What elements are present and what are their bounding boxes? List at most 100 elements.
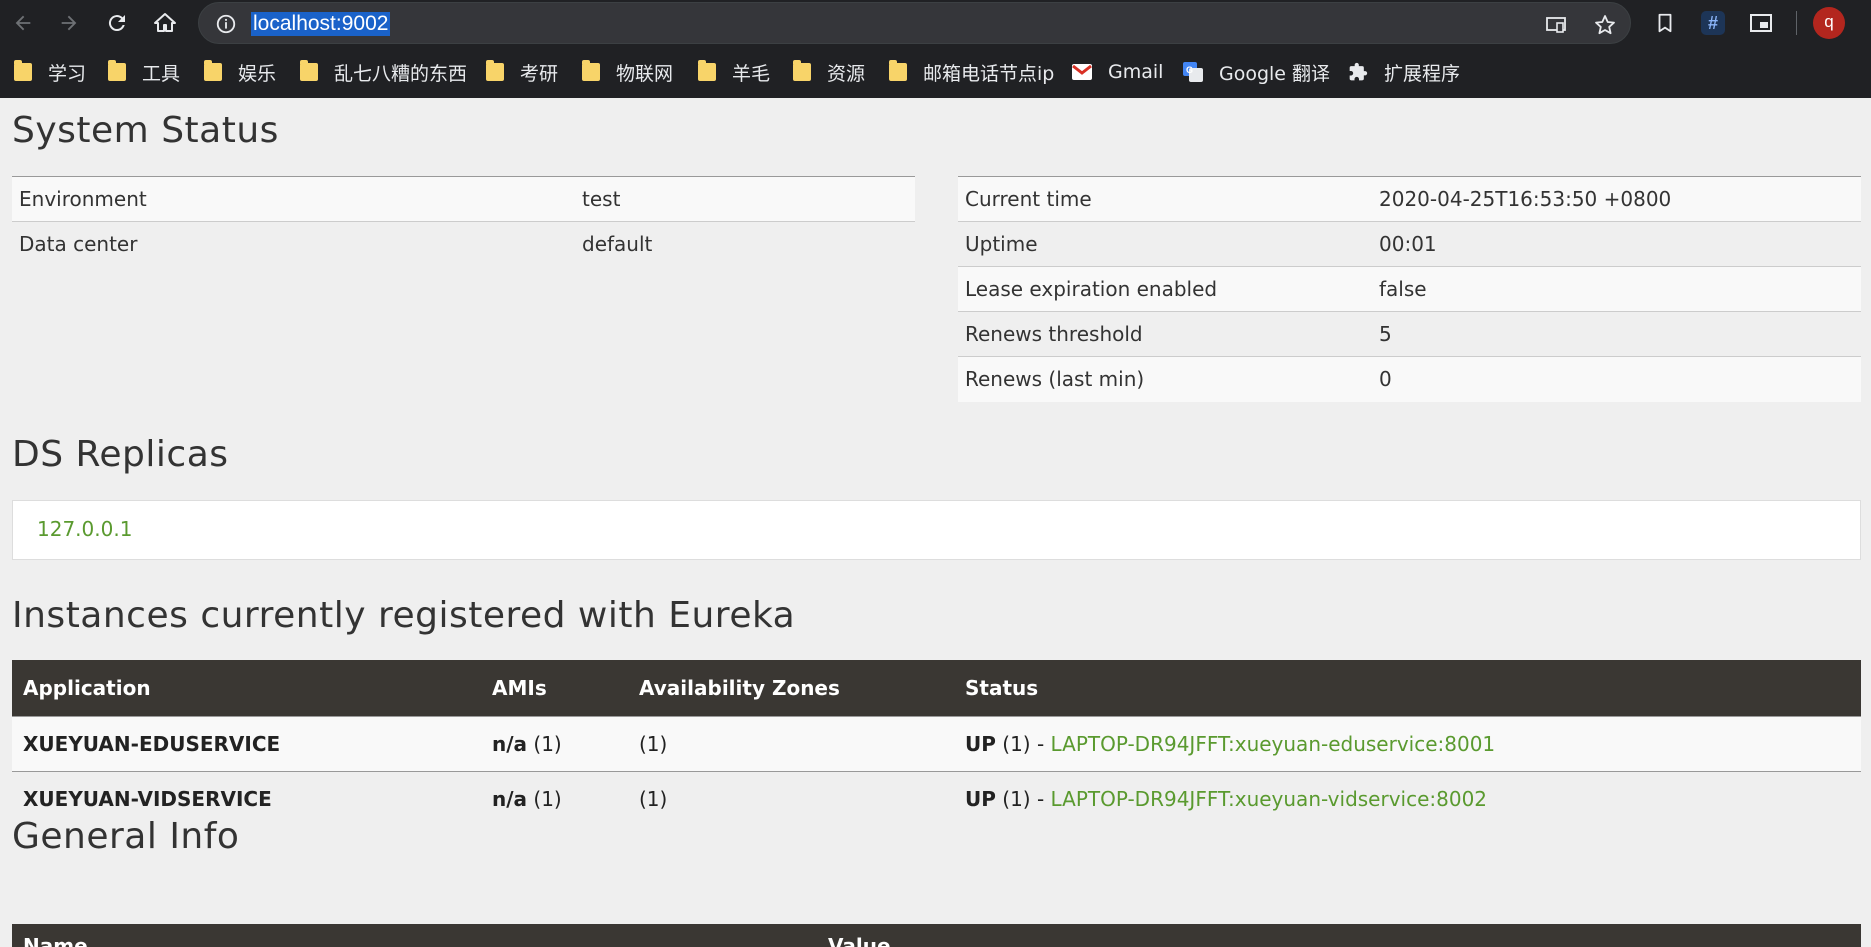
status-value: false: [1372, 266, 1861, 312]
svg-text:G: G: [1186, 65, 1193, 75]
status-key: Data center: [12, 221, 575, 267]
amis-cell: n/a (1): [481, 770, 628, 826]
bookmark-label: 娱乐: [238, 62, 277, 85]
picture-in-picture-icon: [1750, 14, 1772, 32]
bookmark-label: 扩展程序: [1384, 62, 1461, 85]
zones-cell: (1): [628, 770, 954, 826]
bookmark-label: 乱七八糟的东西: [334, 62, 468, 85]
status-value: 2020-04-25T16:53:50 +0800: [1372, 176, 1861, 222]
bookmarks-bar: 学习 工具 娱乐 乱七八糟的东西 考研 物联网 羊毛 资源 邮箱电话节点ip G…: [0, 46, 1871, 98]
extension-hash-button[interactable]: #: [1700, 10, 1726, 36]
table-header-row: Application AMIs Availability Zones Stat…: [12, 660, 1861, 716]
forward-button[interactable]: [54, 8, 84, 38]
bookmark-folder-misc[interactable]: 乱七八糟的东西: [300, 59, 467, 85]
home-button[interactable]: [150, 8, 180, 38]
bookmark-google-translate[interactable]: G Google 翻译: [1183, 59, 1330, 85]
bookmark-folder-tools[interactable]: 工具: [108, 59, 180, 85]
system-status-heading: System Status: [12, 110, 279, 151]
status-value: 5: [1372, 311, 1861, 357]
ds-replicas-list: 127.0.0.1: [12, 500, 1861, 560]
application-name: XUEYUAN-EDUSERVICE: [23, 731, 281, 756]
status-value: default: [575, 221, 915, 267]
table-row: Renews threshold 5: [958, 311, 1861, 357]
star-icon[interactable]: [1593, 13, 1617, 37]
url-text[interactable]: localhost:9002: [251, 12, 391, 36]
folder-icon: [300, 60, 318, 81]
bookmark-label: 物联网: [616, 62, 674, 85]
table-row: XUEYUAN-EDUSERVICE n/a (1) (1) UP (1) - …: [12, 715, 1861, 771]
status-cell: UP (1) - LAPTOP-DR94JFFT:xueyuan-eduserv…: [954, 715, 1861, 771]
bookmark-folder-resources[interactable]: 资源: [793, 59, 865, 85]
bookmark-folder-iot[interactable]: 物联网: [582, 59, 673, 85]
status-cell: UP (1) - LAPTOP-DR94JFFT:xueyuan-vidserv…: [954, 770, 1861, 826]
status-key: Uptime: [958, 221, 1372, 267]
hash-icon: #: [1701, 11, 1725, 35]
bookmark-folder-entertainment[interactable]: 娱乐: [204, 59, 276, 85]
reload-icon: [108, 15, 125, 32]
replica-link[interactable]: 127.0.0.1: [37, 517, 132, 541]
bookmark-manager-button[interactable]: [1652, 10, 1678, 36]
bookmark-folder-contacts[interactable]: 邮箱电话节点ip: [889, 59, 1054, 85]
table-row: Environment test: [12, 176, 915, 222]
folder-icon: [698, 60, 716, 81]
puzzle-icon: [1348, 62, 1368, 82]
application-name: XUEYUAN-VIDSERVICE: [23, 786, 272, 811]
status-label: UP: [965, 731, 996, 756]
ds-replicas-heading: DS Replicas: [12, 434, 229, 475]
column-header-value: Value: [828, 934, 891, 947]
bookmark-label: 学习: [48, 62, 87, 85]
bookmark-label: 资源: [827, 62, 866, 85]
status-value: test: [575, 176, 915, 222]
profile-avatar[interactable]: q: [1813, 7, 1845, 39]
arrow-left-icon: [15, 15, 31, 31]
arrow-right-icon: [61, 15, 77, 31]
bookmark-folder-exam[interactable]: 考研: [486, 59, 558, 85]
amis-count: (1): [533, 731, 562, 756]
folder-icon: [204, 60, 222, 81]
google-translate-icon: G: [1183, 62, 1203, 82]
general-info-heading: General Info: [12, 816, 240, 857]
column-header-availability-zones: Availability Zones: [628, 660, 954, 716]
status-key: Current time: [958, 176, 1372, 222]
reload-button[interactable]: [102, 8, 132, 38]
instances-heading: Instances currently registered with Eure…: [12, 595, 796, 636]
bookmark-icon: [1658, 13, 1672, 33]
bookmark-folder-study[interactable]: 学习: [14, 59, 86, 85]
instance-link[interactable]: LAPTOP-DR94JFFT:xueyuan-eduservice:8001: [1051, 732, 1496, 756]
column-header-name: Name: [23, 934, 88, 947]
page-content: System Status Environment test Data cent…: [0, 98, 1871, 947]
bookmark-folder-deals[interactable]: 羊毛: [698, 59, 770, 85]
back-button[interactable]: [8, 8, 38, 38]
status-key: Environment: [12, 176, 575, 222]
info-icon[interactable]: [215, 13, 237, 35]
folder-icon: [582, 60, 600, 81]
toolbar-separator: [1796, 11, 1797, 35]
table-row: Data center default: [12, 221, 915, 267]
folder-icon: [108, 60, 126, 81]
bookmark-extensions[interactable]: 扩展程序: [1348, 59, 1460, 85]
instances-table: Application AMIs Availability Zones Stat…: [12, 660, 1861, 826]
browser-toolbar: localhost:9002 # q: [0, 0, 1871, 46]
address-bar[interactable]: localhost:9002: [198, 2, 1631, 44]
application-cell: XUEYUAN-EDUSERVICE: [12, 715, 481, 771]
column-header-amis: AMIs: [481, 660, 628, 716]
bookmark-gmail[interactable]: Gmail: [1072, 59, 1163, 85]
status-label: UP: [965, 786, 996, 811]
amis-count: (1): [533, 786, 562, 811]
table-row: Current time 2020-04-25T16:53:50 +0800: [958, 176, 1861, 222]
cast-icon[interactable]: [1544, 13, 1568, 37]
status-count: (1) -: [1002, 731, 1045, 756]
instance-link[interactable]: LAPTOP-DR94JFFT:xueyuan-vidservice:8002: [1051, 787, 1488, 811]
status-count: (1) -: [1002, 786, 1045, 811]
bookmark-label: 工具: [142, 62, 181, 85]
folder-icon: [14, 60, 32, 81]
table-row: XUEYUAN-VIDSERVICE n/a (1) (1) UP (1) - …: [12, 770, 1861, 826]
system-status-right-table: Current time 2020-04-25T16:53:50 +0800 U…: [958, 176, 1861, 402]
picture-in-picture-button[interactable]: [1748, 10, 1774, 36]
status-value: 0: [1372, 356, 1861, 402]
amis-cell: n/a (1): [481, 715, 628, 771]
general-info-table-header: Name Value: [12, 924, 1861, 947]
system-status-left-table: Environment test Data center default: [12, 176, 915, 267]
amis-label: n/a: [492, 786, 528, 811]
folder-icon: [889, 60, 907, 81]
